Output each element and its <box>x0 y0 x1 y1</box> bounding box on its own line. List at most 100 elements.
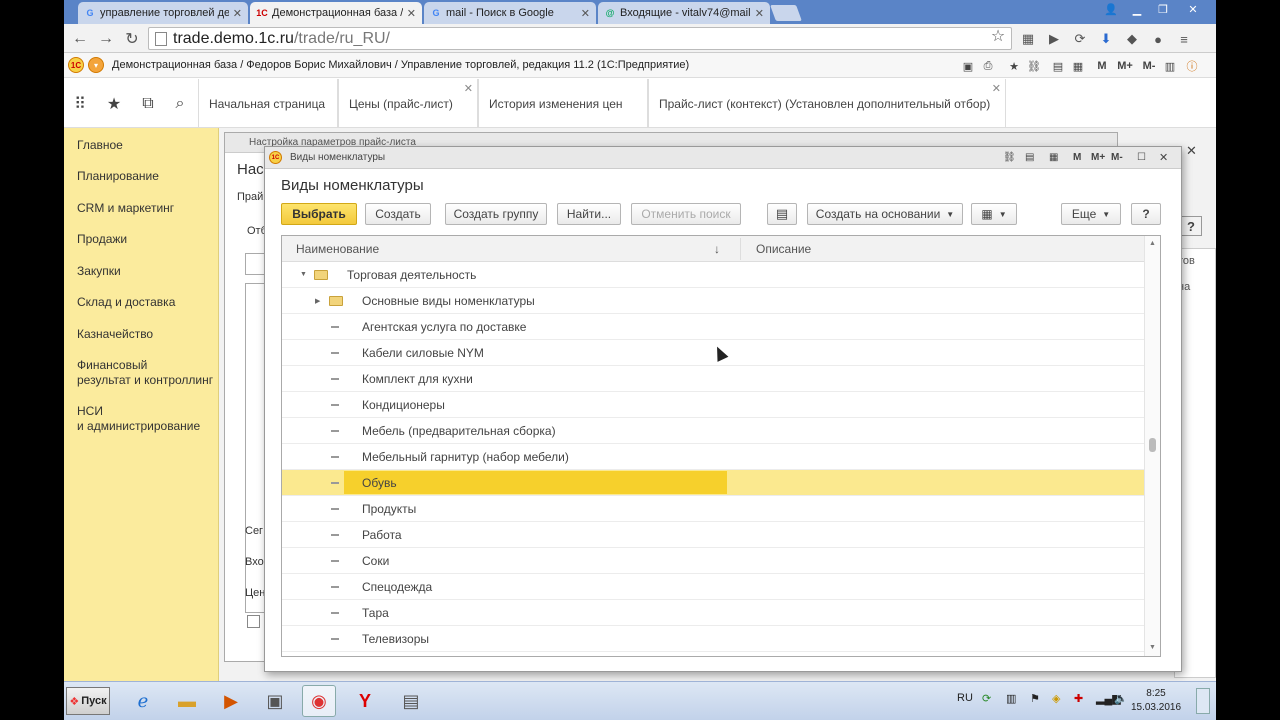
media-ext-icon[interactable]: ▶ <box>1046 31 1062 47</box>
sync-ext-icon[interactable]: ⟳ <box>1072 31 1088 47</box>
search-icon[interactable]: ⌕ <box>170 94 190 114</box>
close-icon[interactable]: ✕ <box>233 7 242 20</box>
open-tab-home[interactable]: Начальная страница <box>198 79 338 128</box>
nav-item-main[interactable]: Главное <box>77 138 123 153</box>
checkbox[interactable] <box>247 615 260 628</box>
table-row[interactable]: Телевизоры <box>282 626 1144 652</box>
app-menu-icon[interactable]: ▾ <box>88 57 104 73</box>
help-button[interactable]: ? <box>1131 203 1161 225</box>
system-clock[interactable]: 8:25 15.03.2016 <box>1126 687 1186 715</box>
help-button[interactable]: ? <box>1180 216 1202 236</box>
link-icon[interactable]: ⛓ <box>1003 152 1016 163</box>
column-header-name[interactable]: Наименование <box>296 236 379 262</box>
chrome-icon[interactable]: ◉ <box>302 685 336 717</box>
calendar-icon[interactable]: ▦ <box>1049 152 1058 163</box>
new-tab-button[interactable] <box>770 5 802 21</box>
open-tab-price-list-context[interactable]: Прайс-лист (контекст) (Установлен дополн… <box>648 79 1006 128</box>
nav-item-purchases[interactable]: Закупки <box>77 264 121 279</box>
notes-icon[interactable]: ▤ <box>1025 152 1034 163</box>
scroll-up-icon[interactable]: ▲ <box>1149 240 1156 247</box>
close-icon[interactable]: ✕ <box>992 82 1001 95</box>
circle-ext-icon[interactable]: ● <box>1150 31 1166 47</box>
memory-m-button[interactable]: M <box>1094 58 1110 74</box>
open-tab-price-history[interactable]: История изменения цен <box>478 79 648 128</box>
start-button[interactable]: ❖ Пуск <box>66 687 110 715</box>
grid-menu-icon[interactable]: ⠿ <box>70 94 90 114</box>
table-row[interactable]: Продукты <box>282 496 1144 522</box>
download-icon[interactable]: ⬇ <box>1098 31 1114 47</box>
favorites-star-icon[interactable]: ★ <box>104 94 124 114</box>
table-row[interactable]: Кондиционеры <box>282 392 1144 418</box>
list-settings-icon[interactable]: ▤ <box>767 203 797 225</box>
scroll-down-icon[interactable]: ▼ <box>1149 644 1156 651</box>
nav-item-planning[interactable]: Планирование <box>77 169 159 184</box>
create-button[interactable]: Создать <box>365 203 431 225</box>
table-row[interactable]: Мебельный гарнитур (набор мебели) <box>282 444 1144 470</box>
close-icon[interactable]: ✕ <box>464 82 473 95</box>
table-row[interactable]: Комплект для кухни <box>282 366 1144 392</box>
nav-item-admin[interactable]: НСИ и администрирование <box>77 404 200 434</box>
table-row[interactable]: ▶ Основные виды номенклатуры <box>282 288 1144 314</box>
nav-item-treasury[interactable]: Казначейство <box>77 327 153 342</box>
close-window-icon[interactable]: ✕ <box>1182 0 1204 18</box>
url-input[interactable]: trade.demo.1c.ru/trade/ru_RU/ <box>148 27 1012 50</box>
table-row[interactable]: Тара <box>282 600 1144 626</box>
collapse-arrow-icon[interactable]: ▼ <box>300 271 307 278</box>
forward-arrow-icon[interactable]: → <box>96 29 116 49</box>
expand-arrow-icon[interactable]: ▶ <box>315 297 320 305</box>
open-tab-prices[interactable]: Цены (прайс-лист) ✕ <box>338 79 478 128</box>
media-player-icon[interactable]: ▶ <box>214 685 248 717</box>
restore-icon[interactable]: ❐ <box>1152 0 1174 18</box>
close-form-icon[interactable]: ✕ <box>1186 143 1197 159</box>
browser-tab-3[interactable]: G mail - Поиск в Google ✕ <box>424 2 596 24</box>
notes-icon[interactable]: ▤ <box>1050 58 1066 74</box>
folder-icon[interactable]: ▬ <box>170 685 204 717</box>
nav-item-crm[interactable]: CRM и маркетинг <box>77 201 174 216</box>
puzzle-ext-icon[interactable]: ◆ <box>1124 31 1140 47</box>
tray-update-icon[interactable]: ◈ <box>1052 692 1060 705</box>
menu-icon[interactable]: ≡ <box>1176 31 1192 47</box>
memory-minus-button[interactable]: M- <box>1138 58 1160 74</box>
bookmark-star-icon[interactable]: ☆ <box>990 28 1006 45</box>
table-row[interactable]: ▼ Торговая деятельность <box>282 262 1144 288</box>
calendar-ext-icon[interactable]: ▦ <box>1020 31 1036 47</box>
link-icon[interactable]: ⛓ <box>1026 58 1042 74</box>
create-based-on-button[interactable]: Создать на основании ▼ <box>807 203 963 225</box>
favorites-icon[interactable]: ★ <box>1006 58 1022 74</box>
table-row[interactable]: Спецодежда <box>282 574 1144 600</box>
tray-flag-icon[interactable]: ⚑ <box>1030 692 1040 705</box>
nav-item-finance[interactable]: Финансовый результат и контроллинг <box>77 358 213 388</box>
table-row[interactable]: Работа <box>282 522 1144 548</box>
yandex-icon[interactable]: Y <box>348 685 382 717</box>
table-row-selected[interactable]: Обувь <box>282 470 1144 496</box>
table-row[interactable]: Мебель (предварительная сборка) <box>282 418 1144 444</box>
close-icon[interactable]: ✕ <box>581 7 590 20</box>
show-desktop-button[interactable] <box>1196 688 1210 714</box>
scroll-thumb[interactable] <box>1149 438 1156 452</box>
close-icon[interactable]: ✕ <box>407 7 416 20</box>
history-icon[interactable]: ⧉ <box>138 94 158 114</box>
cancel-search-button[interactable]: Отменить поиск <box>631 203 741 225</box>
more-button[interactable]: Еще ▼ <box>1061 203 1121 225</box>
column-header-description[interactable]: Описание <box>756 236 811 262</box>
maximize-icon[interactable]: ☐ <box>1137 152 1146 163</box>
ie-icon[interactable]: ℯ <box>126 685 160 717</box>
floppy-icon[interactable]: ▣ <box>258 685 292 717</box>
minimize-icon[interactable]: ▁ <box>1126 0 1148 18</box>
tray-network-icon[interactable]: ▥ <box>1006 692 1016 705</box>
report-menu-button[interactable]: ▦ ▼ <box>971 203 1017 225</box>
close-icon[interactable]: ✕ <box>1159 151 1168 164</box>
tray-sync-icon[interactable]: ⟳ <box>982 692 991 705</box>
tray-antivirus-icon[interactable]: ✚ <box>1074 692 1083 705</box>
create-group-button[interactable]: Создать группу <box>445 203 547 225</box>
table-row[interactable]: Агентская услуга по доставке <box>282 314 1144 340</box>
select-button[interactable]: Выбрать <box>281 203 357 225</box>
language-indicator[interactable]: RU <box>957 692 973 704</box>
info-icon[interactable]: ⓘ <box>1184 58 1200 74</box>
nav-item-sales[interactable]: Продажи <box>77 232 127 247</box>
reload-icon[interactable]: ↻ <box>122 29 142 49</box>
memory-minus-button[interactable]: M- <box>1111 152 1123 163</box>
memory-m-button[interactable]: M <box>1073 152 1081 163</box>
table-row[interactable]: Соки <box>282 548 1144 574</box>
memory-plus-button[interactable]: M+ <box>1114 58 1136 74</box>
